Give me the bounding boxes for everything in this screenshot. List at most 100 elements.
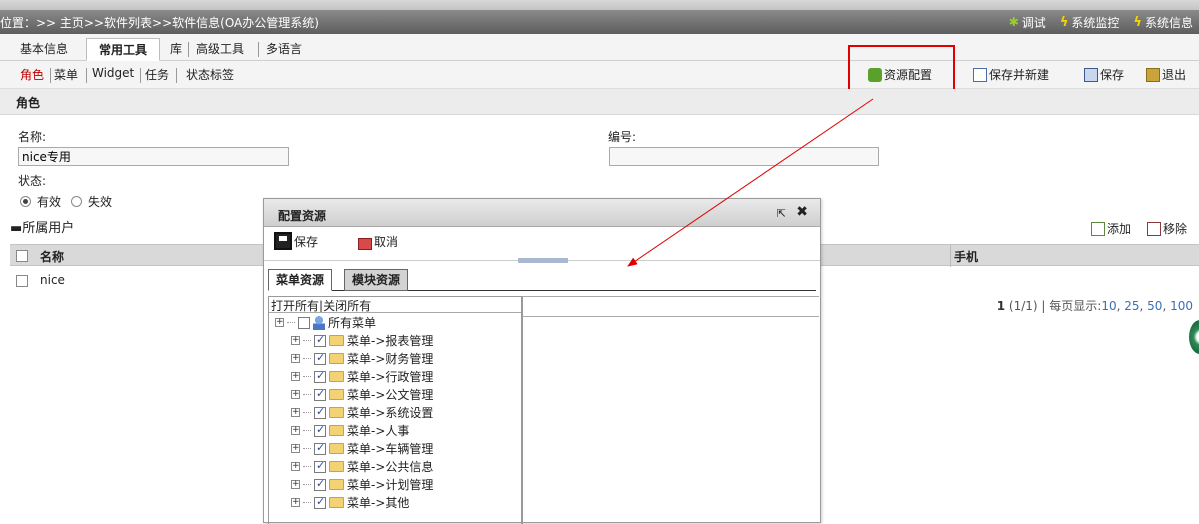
tree-node-label: 菜单->财务管理 xyxy=(347,352,434,366)
tree-checkbox[interactable] xyxy=(314,369,326,383)
tab-library[interactable]: 库 xyxy=(170,38,182,61)
open-all-link[interactable]: 打开所有 xyxy=(271,299,319,313)
page-size-option[interactable]: 50 xyxy=(1147,299,1162,313)
exit-button[interactable]: 退出 xyxy=(1146,66,1186,83)
page-size-option[interactable]: 25 xyxy=(1124,299,1139,313)
dialog-save-button[interactable]: 保存 xyxy=(274,232,318,250)
tree-checkbox[interactable] xyxy=(314,477,326,491)
tree-checkbox[interactable] xyxy=(314,405,326,419)
dialog-tabs: 菜单资源 模块资源 xyxy=(268,269,816,291)
user-icon xyxy=(313,315,325,330)
remove-user-button[interactable]: 移除 xyxy=(1146,220,1187,237)
dialog-save-label: 保存 xyxy=(294,235,319,249)
tree-node[interactable]: + 菜单->报表管理 xyxy=(291,332,433,349)
column-header-name[interactable]: 名称 xyxy=(40,248,64,265)
tree-checkbox[interactable] xyxy=(314,495,326,509)
debug-label: 调试 xyxy=(1021,15,1046,30)
tree-node[interactable]: + 菜单->公文管理 xyxy=(291,386,433,403)
tree-node[interactable]: + 菜单->行政管理 xyxy=(291,368,433,385)
dialog-title-bar[interactable]: 配置资源 ⇱ ✖ xyxy=(264,199,820,227)
expand-icon[interactable]: + xyxy=(291,354,300,363)
tab-menu-resource[interactable]: 菜单资源 xyxy=(268,269,333,291)
tree-node-label: 菜单->公共信息 xyxy=(347,460,434,474)
floating-help-button[interactable] xyxy=(1189,320,1199,354)
subtab-widget[interactable]: Widget xyxy=(92,66,134,80)
tree-node[interactable]: + 菜单->财务管理 xyxy=(291,350,433,367)
tree-node[interactable]: + 菜单->车辆管理 xyxy=(291,440,433,457)
folder-icon xyxy=(329,497,344,508)
exit-label: 退出 xyxy=(1162,68,1187,82)
tree-node[interactable]: + 菜单->计划管理 xyxy=(291,476,433,493)
table-row[interactable]: nice xyxy=(10,270,270,292)
tab-basic-info[interactable]: 基本信息 xyxy=(20,38,68,61)
menu-tree-pane: 打开所有|关闭所有 + 所有菜单 +菜单->报表管理 +菜单->财务管理 +菜单… xyxy=(268,296,522,524)
row-name-cell: nice xyxy=(40,273,65,287)
tree-connector xyxy=(303,430,311,431)
tree-checkbox[interactable] xyxy=(298,316,310,329)
popout-icon[interactable]: ⇱ xyxy=(777,207,786,220)
tree-checkbox[interactable] xyxy=(314,423,326,437)
tab-advanced-tools[interactable]: 高级工具 xyxy=(196,38,244,61)
folder-icon xyxy=(329,479,344,490)
page-size-option[interactable]: 100 xyxy=(1170,299,1193,313)
pane-divider xyxy=(523,316,819,317)
row-checkbox[interactable] xyxy=(16,275,28,287)
status-inactive-radio[interactable] xyxy=(71,196,83,207)
system-info-link[interactable]: ϟ 系统信息 xyxy=(1133,14,1193,31)
tree-checkbox[interactable] xyxy=(314,387,326,401)
tree-checkbox[interactable] xyxy=(314,441,326,455)
save-button[interactable]: 保存 xyxy=(1084,66,1124,83)
expand-icon[interactable]: + xyxy=(291,480,300,489)
expand-icon[interactable]: + xyxy=(291,498,300,507)
status-active-radio[interactable] xyxy=(20,196,31,207)
select-all-checkbox[interactable] xyxy=(16,250,28,262)
subtab-separator xyxy=(50,68,51,83)
users-title: 所属用户 xyxy=(22,221,75,236)
exit-icon xyxy=(1146,67,1160,82)
expand-icon[interactable]: + xyxy=(291,426,300,435)
close-all-link[interactable]: 关闭所有 xyxy=(323,299,371,313)
pager-size-label: 每页显示: xyxy=(1049,299,1102,313)
tab-separator xyxy=(188,42,189,57)
add-icon xyxy=(1090,221,1105,236)
tab-multilanguage[interactable]: 多语言 xyxy=(266,38,302,61)
splitter-handle[interactable] xyxy=(518,258,568,263)
subtab-role[interactable]: 角色 xyxy=(20,66,44,83)
add-user-label: 添加 xyxy=(1106,222,1131,236)
tree-connector xyxy=(303,394,311,395)
expand-icon[interactable]: + xyxy=(275,318,284,327)
tab-module-resource[interactable]: 模块资源 xyxy=(344,269,409,291)
tab-common-tools[interactable]: 常用工具 xyxy=(86,38,161,61)
system-info-label: 系统信息 xyxy=(1144,15,1193,30)
code-input[interactable] xyxy=(609,147,879,166)
tree-node[interactable]: + 菜单->系统设置 xyxy=(291,404,433,421)
tree-root-node[interactable]: + 所有菜单 xyxy=(275,314,376,331)
system-monitor-link[interactable]: ϟ 系统监控 xyxy=(1060,14,1120,31)
expand-icon[interactable]: + xyxy=(291,444,300,453)
tree-checkbox[interactable] xyxy=(314,351,326,365)
page-size-option[interactable]: 10 xyxy=(1101,299,1116,313)
close-icon[interactable]: ✖ xyxy=(796,204,808,220)
collapse-icon[interactable]: ▬ xyxy=(10,221,22,236)
add-user-button[interactable]: 添加 xyxy=(1090,220,1131,237)
tree-checkbox[interactable] xyxy=(314,333,326,347)
expand-icon[interactable]: + xyxy=(291,372,300,381)
dialog-cancel-button[interactable]: 取消 xyxy=(358,232,398,250)
tree-node[interactable]: + 菜单->其他 xyxy=(291,494,409,511)
debug-link[interactable]: ✱ 调试 xyxy=(1009,14,1046,31)
subtab-menu[interactable]: 菜单 xyxy=(54,66,78,83)
tree-node[interactable]: + 菜单->人事 xyxy=(291,422,409,439)
expand-icon[interactable]: + xyxy=(291,462,300,471)
pager-current: 1 xyxy=(996,299,1006,313)
name-input[interactable] xyxy=(18,147,289,166)
subtab-task[interactable]: 任务 xyxy=(145,66,169,83)
expand-icon[interactable]: + xyxy=(291,336,300,345)
top-links: ✱ 调试 ϟ 系统监控 ϟ 系统信息 xyxy=(1009,14,1193,31)
expand-icon[interactable]: + xyxy=(291,408,300,417)
tree-node[interactable]: + 菜单->公共信息 xyxy=(291,458,433,475)
expand-icon[interactable]: + xyxy=(291,390,300,399)
subtab-status-tag[interactable]: 状态标签 xyxy=(186,66,234,83)
tree-checkbox[interactable] xyxy=(314,459,326,473)
save-and-new-button[interactable]: 保存并新建 xyxy=(973,66,1049,83)
column-header-phone[interactable]: 手机 xyxy=(954,248,978,265)
